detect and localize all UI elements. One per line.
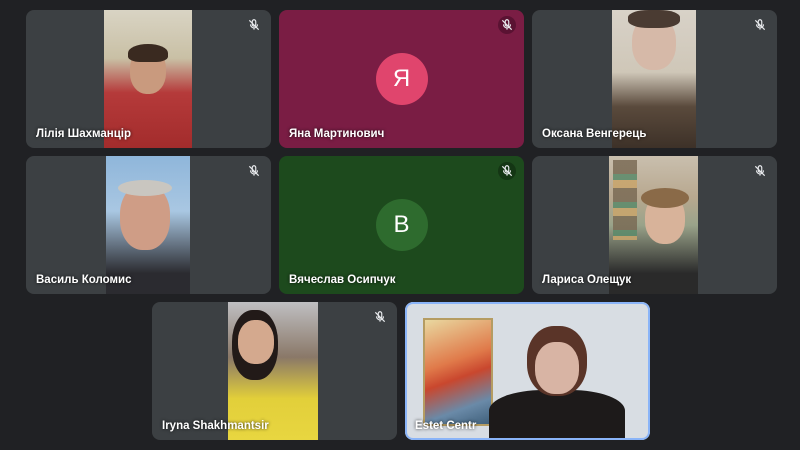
participant-tile-yana[interactable]: Я Яна Мартинович xyxy=(279,10,524,148)
participant-name: Вячеслав Осипчук xyxy=(289,274,396,286)
participant-hair xyxy=(628,10,680,28)
mic-off-icon xyxy=(498,162,516,180)
mic-off-icon xyxy=(245,16,263,34)
mic-off-icon xyxy=(751,16,769,34)
participant-tile-larysa[interactable]: Лариса Олещук xyxy=(532,156,777,294)
participant-name: Estet Centr xyxy=(415,420,477,432)
participant-tile-iryna[interactable]: Iryna Shakhmantsir xyxy=(152,302,397,440)
participant-name: Оксана Венгерець xyxy=(542,128,647,140)
participant-name: Лілія Шахманцір xyxy=(36,128,132,140)
participant-avatar: Я xyxy=(375,53,428,105)
participant-face xyxy=(535,342,579,394)
participant-name: Яна Мартинович xyxy=(289,128,385,140)
participant-hair xyxy=(118,180,172,196)
participant-tile-estet-centr[interactable]: Estet Centr xyxy=(405,302,650,440)
participant-name: Василь Коломис xyxy=(36,274,132,286)
mic-off-icon xyxy=(371,308,389,326)
participant-tile-vyacheslav[interactable]: В Вячеслав Осипчук xyxy=(279,156,524,294)
participant-face xyxy=(238,320,274,364)
mic-off-icon xyxy=(498,16,516,34)
participant-name: Лариса Олещук xyxy=(542,274,632,286)
participant-hair xyxy=(128,44,168,62)
mic-off-icon xyxy=(751,162,769,180)
participant-avatar: В xyxy=(375,199,428,251)
participant-name: Iryna Shakhmantsir xyxy=(162,420,269,432)
participant-body xyxy=(489,390,625,440)
participant-tile-vasyl[interactable]: Василь Коломис xyxy=(26,156,271,294)
participant-tile-oksana[interactable]: Оксана Венгерець xyxy=(532,10,777,148)
participant-hair xyxy=(641,188,689,208)
participant-tile-lilia[interactable]: Лілія Шахманцір xyxy=(26,10,271,148)
mic-off-icon xyxy=(245,162,263,180)
bookshelf xyxy=(613,160,637,240)
painting xyxy=(423,318,493,426)
